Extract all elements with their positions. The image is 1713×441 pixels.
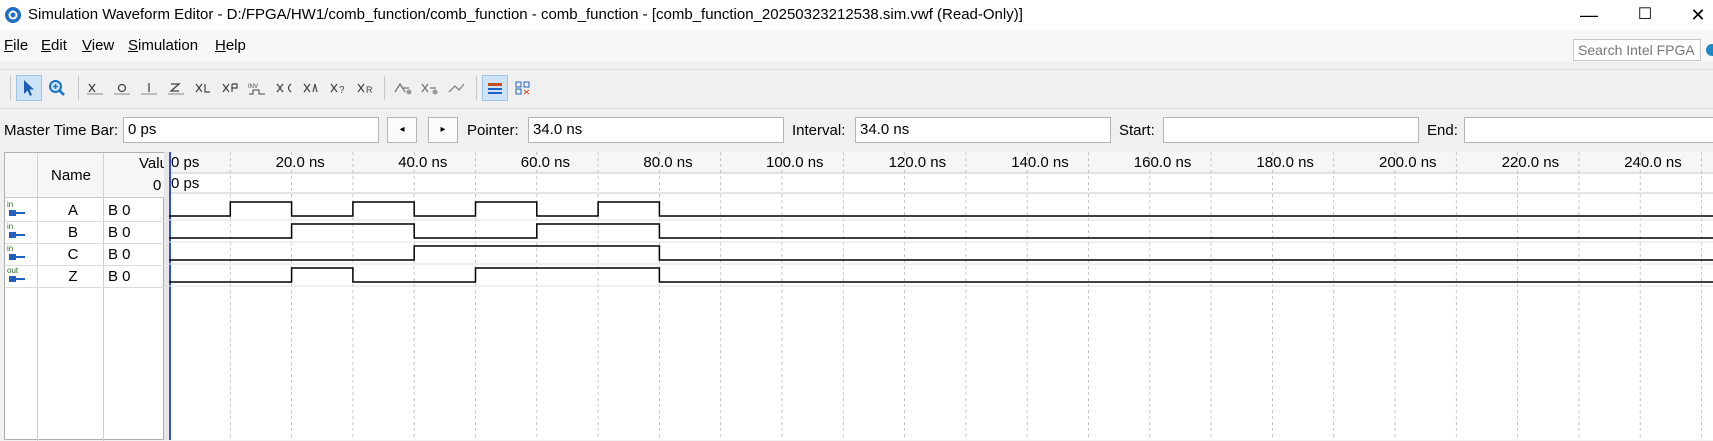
waveform-trace-c bbox=[169, 245, 1713, 261]
end-label: End: bbox=[1427, 122, 1458, 139]
signal-row-b[interactable]: in B B 0 bbox=[5, 221, 165, 244]
toolbar-separator bbox=[476, 76, 477, 100]
zoom-tool-icon[interactable] bbox=[44, 75, 70, 101]
forcing-unknown-icon[interactable] bbox=[82, 75, 108, 101]
quartus-app-icon bbox=[5, 7, 21, 23]
grid-settings-icon[interactable] bbox=[510, 75, 536, 101]
selection-tool-icon[interactable] bbox=[16, 75, 42, 101]
high-impedance-icon[interactable] bbox=[163, 75, 189, 101]
time-tick-label: 140.0 ns bbox=[1011, 154, 1069, 171]
time-tick-label: 60.0 ns bbox=[521, 154, 570, 171]
minimize-button[interactable]: — bbox=[1571, 4, 1607, 26]
time-tick-label: 200.0 ns bbox=[1379, 154, 1437, 171]
signal-name: A bbox=[67, 202, 78, 219]
master-time-bar-label: Master Time Bar: bbox=[4, 122, 119, 139]
run-functional-simulation-icon[interactable] bbox=[390, 75, 416, 101]
run-timing-simulation-icon[interactable] bbox=[417, 75, 443, 101]
time-tick-label: 120.0 ns bbox=[889, 154, 947, 171]
interval-label: Interval: bbox=[792, 122, 846, 139]
signal-value: B 0 bbox=[108, 202, 131, 219]
time-tick-label: 240.0 ns bbox=[1624, 154, 1682, 171]
signal-row-c[interactable]: in C B 0 bbox=[5, 243, 165, 266]
time-tick-label: 40.0 ns bbox=[398, 154, 447, 171]
waveform-pane[interactable]: 0 ps 20.0 ns 40.0 ns 60.0 ns 80.0 ns 100.0 ns… bbox=[169, 152, 1713, 440]
menu-view[interactable]: View bbox=[82, 37, 114, 54]
signal-value: B 0 bbox=[108, 246, 131, 263]
waveform-trace-z bbox=[169, 267, 1713, 283]
arbitrary-value-icon[interactable]: R bbox=[352, 75, 378, 101]
menu-file[interactable]: File bbox=[4, 37, 28, 54]
waveform-canvas[interactable]: 0 ps 20.0 ns 40.0 ns 60.0 ns 80.0 ns 100.0 ns… bbox=[169, 152, 1713, 440]
previous-transition-button[interactable]: ◂ bbox=[387, 117, 417, 143]
input-pin-icon: in bbox=[7, 244, 27, 262]
svg-text:?: ? bbox=[339, 85, 345, 96]
random-values-icon[interactable]: ? bbox=[325, 75, 351, 101]
title-bar: Simulation Waveform Editor - D:/FPGA/HW1… bbox=[0, 0, 1713, 30]
start-label: Start: bbox=[1119, 122, 1155, 139]
overwrite-clock-icon[interactable] bbox=[298, 75, 324, 101]
pointer-field[interactable]: 34.0 ns bbox=[528, 117, 784, 143]
forcing-high-icon[interactable] bbox=[136, 75, 162, 101]
menu-simulation[interactable]: Simulation bbox=[128, 37, 198, 54]
signal-list-header: Name Valu 0 bbox=[5, 153, 168, 198]
time-tick-label: 80.0 ns bbox=[643, 154, 692, 171]
toolbar-separator bbox=[384, 76, 385, 100]
time-tick-label: 20.0 ns bbox=[276, 154, 325, 171]
waveform-trace-a bbox=[169, 201, 1713, 217]
toolbar-separator bbox=[78, 76, 79, 100]
waveform-trace-b bbox=[169, 223, 1713, 239]
signal-value: B 0 bbox=[108, 268, 131, 285]
signal-value: B 0 bbox=[108, 224, 131, 241]
svg-text:R: R bbox=[366, 85, 373, 95]
svg-text:INV: INV bbox=[248, 84, 258, 90]
maximize-button[interactable]: ☐ bbox=[1627, 4, 1663, 26]
signal-name: B bbox=[67, 224, 78, 241]
toolbar-separator bbox=[10, 76, 11, 100]
time-tick-label: 0 ps bbox=[171, 154, 199, 171]
menu-edit[interactable]: Edit bbox=[41, 37, 67, 54]
pointer-label: Pointer: bbox=[467, 122, 519, 139]
start-field[interactable] bbox=[1163, 117, 1419, 143]
weak-low-icon[interactable] bbox=[217, 75, 243, 101]
output-pin-icon: out bbox=[7, 266, 27, 284]
input-pin-icon: in bbox=[7, 200, 27, 218]
menu-help[interactable]: Help bbox=[215, 37, 246, 54]
next-transition-button[interactable]: ▸ bbox=[428, 117, 458, 143]
invert-icon[interactable]: INV bbox=[244, 75, 270, 101]
signal-list: Name Valu 0 in A B 0 in B B 0 in C B 0 o… bbox=[4, 152, 168, 441]
signal-name: Z bbox=[68, 268, 78, 285]
signal-name: C bbox=[67, 246, 79, 263]
count-value-icon[interactable] bbox=[271, 75, 297, 101]
time-tick-label: 100.0 ns bbox=[766, 154, 824, 171]
time-tick-label: 220.0 ns bbox=[1502, 154, 1560, 171]
interval-field[interactable]: 34.0 ns bbox=[855, 117, 1111, 143]
menu-bar: File Edit View Simulation Help bbox=[0, 30, 1713, 62]
time-tick-label: 160.0 ns bbox=[1134, 154, 1192, 171]
weak-unknown-icon[interactable] bbox=[190, 75, 216, 101]
column-divider bbox=[103, 153, 104, 441]
toolbar: INV ? R bbox=[0, 69, 1713, 109]
master-time-bar-cursor-label: 0 ps bbox=[171, 175, 199, 192]
input-pin-icon: in bbox=[7, 222, 27, 240]
window-title: Simulation Waveform Editor - D:/FPGA/HW1… bbox=[28, 6, 1023, 23]
end-field[interactable] bbox=[1464, 117, 1713, 143]
time-bar: Master Time Bar: 0 ps ◂ ▸ Pointer: 34.0 … bbox=[0, 111, 1713, 147]
forcing-low-icon[interactable] bbox=[109, 75, 135, 101]
master-time-bar-field[interactable]: 0 ps bbox=[123, 117, 379, 143]
snap-to-grid-icon[interactable] bbox=[482, 75, 508, 101]
column-divider bbox=[37, 153, 38, 441]
generate-netlist-icon[interactable] bbox=[444, 75, 470, 101]
value-column-time: 0 bbox=[153, 177, 162, 194]
time-tick-label: 180.0 ns bbox=[1256, 154, 1314, 171]
signal-row-z[interactable]: out Z B 0 bbox=[5, 265, 165, 288]
name-column-header[interactable]: Name bbox=[51, 167, 91, 184]
signal-row-a[interactable]: in A B 0 bbox=[5, 199, 165, 222]
close-button[interactable]: ✕ bbox=[1680, 4, 1713, 26]
search-input[interactable]: Search Intel FPGA bbox=[1573, 39, 1701, 61]
search-icon[interactable] bbox=[1706, 44, 1713, 56]
